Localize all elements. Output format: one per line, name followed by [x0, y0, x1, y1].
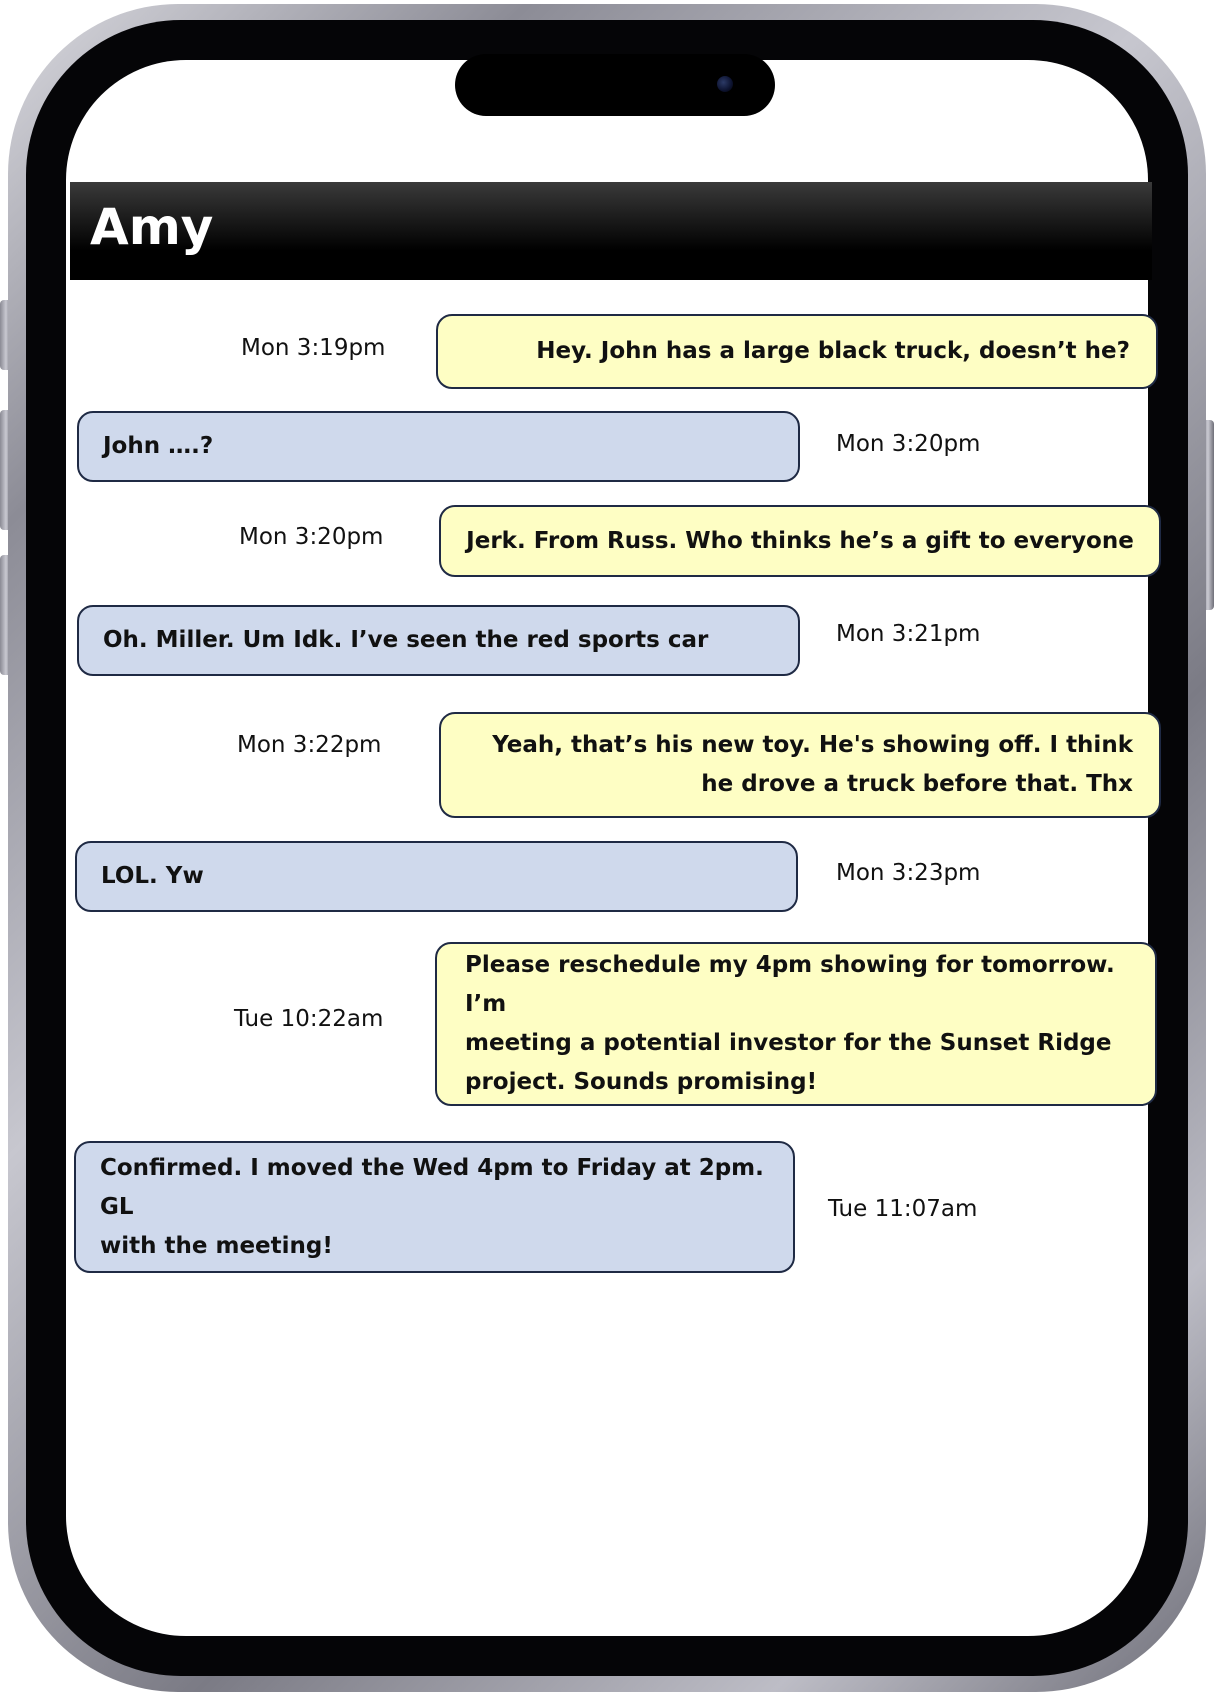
sent-message-bubble[interactable]: Please reschedule my 4pm showing for tom…: [435, 942, 1157, 1106]
received-message-bubble[interactable]: Confirmed. I moved the Wed 4pm to Friday…: [74, 1141, 795, 1273]
message-text: Yeah, that’s his new toy. He's showing o…: [441, 726, 1159, 804]
received-message-bubble[interactable]: John ….?: [77, 411, 800, 482]
message-text: Hey. John has a large black truck, doesn…: [536, 338, 1130, 364]
message-text: Jerk. From Russ. Who thinks he’s a gift …: [466, 527, 1134, 554]
message-line: Confirmed. I moved the Wed 4pm to Friday…: [100, 1154, 764, 1220]
message-line: meeting a potential investor for the Sun…: [465, 1030, 1112, 1056]
message-timestamp: Mon 3:20pm: [239, 524, 384, 550]
contact-name[interactable]: Amy: [90, 202, 213, 252]
message-text: Oh. Miller. Um Idk. I’ve seen the red sp…: [103, 627, 709, 653]
front-camera-icon: [717, 76, 733, 92]
message-line: with the meeting!: [100, 1232, 333, 1259]
message-timestamp: Mon 3:21pm: [836, 621, 981, 647]
received-message-bubble[interactable]: Oh. Miller. Um Idk. I’ve seen the red sp…: [77, 605, 800, 676]
message-timestamp: Mon 3:23pm: [836, 860, 981, 886]
message-text: John ….?: [103, 433, 214, 459]
message-line: Yeah, that’s his new toy. He's showing o…: [492, 732, 1133, 758]
message-line: Please reschedule my 4pm showing for tom…: [465, 952, 1115, 1017]
message-text: Confirmed. I moved the Wed 4pm to Friday…: [100, 1149, 793, 1266]
message-line: project. Sounds promising!: [465, 1069, 818, 1095]
message-timestamp: Mon 3:20pm: [836, 431, 981, 457]
received-message-bubble[interactable]: LOL. Yw: [75, 841, 798, 912]
dynamic-island: [455, 54, 775, 116]
sent-message-bubble[interactable]: Hey. John has a large black truck, doesn…: [436, 314, 1158, 389]
sent-message-bubble[interactable]: Jerk. From Russ. Who thinks he’s a gift …: [439, 505, 1161, 577]
message-timestamp: Mon 3:19pm: [241, 335, 386, 361]
message-timestamp: Mon 3:22pm: [237, 732, 382, 758]
message-timestamp: Tue 11:07am: [828, 1196, 978, 1222]
sent-message-bubble[interactable]: Yeah, that’s his new toy. He's showing o…: [439, 712, 1161, 818]
message-line: he drove a truck before that. Thx: [701, 771, 1133, 797]
conversation-header: Amy: [70, 182, 1152, 280]
message-timestamp: Tue 10:22am: [234, 1006, 384, 1032]
message-text: Please reschedule my 4pm showing for tom…: [437, 946, 1155, 1102]
message-text: LOL. Yw: [101, 863, 204, 889]
